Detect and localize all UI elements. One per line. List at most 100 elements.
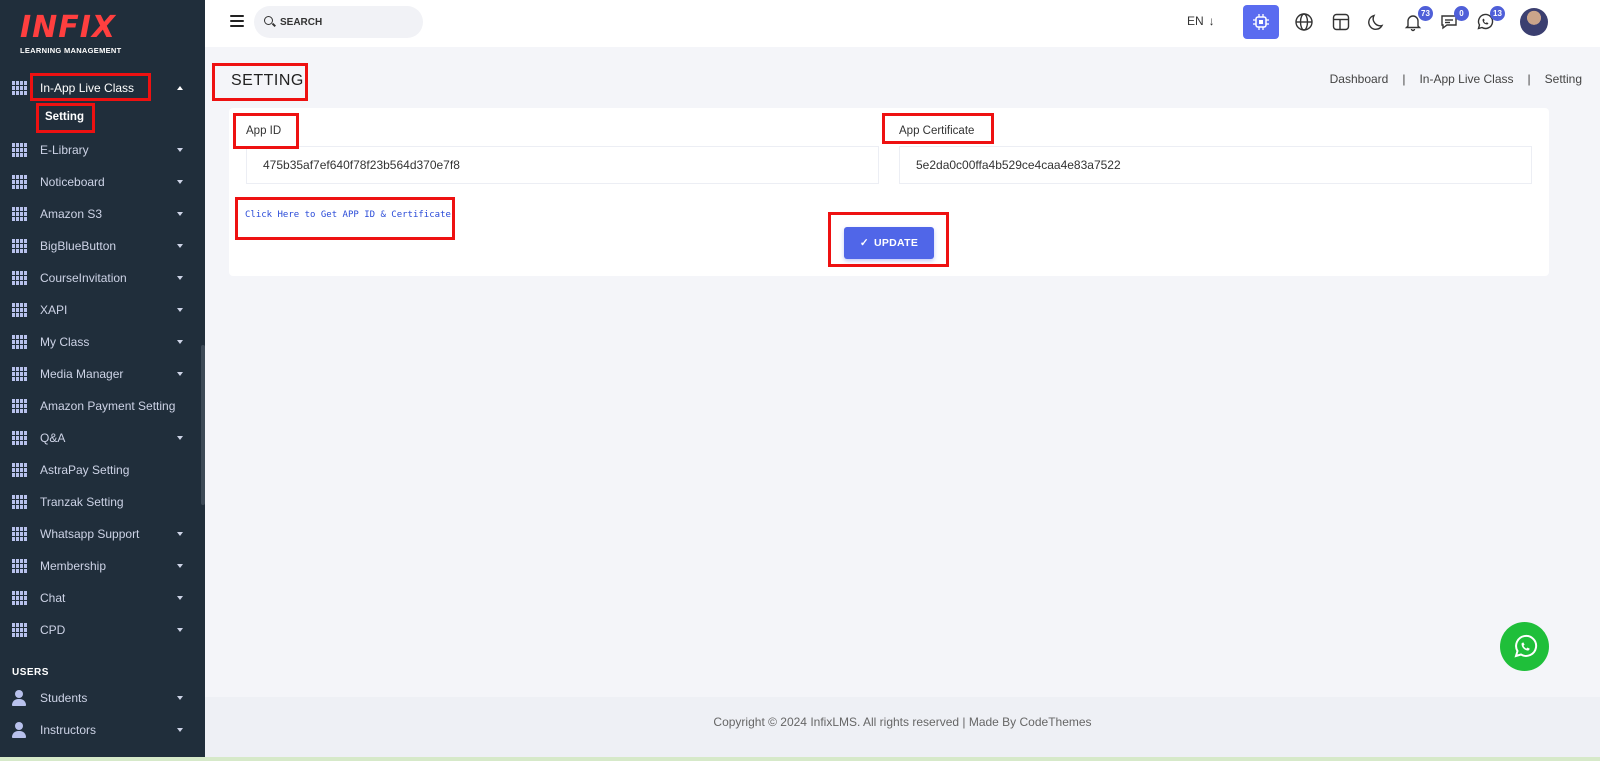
chevron-down-icon (177, 244, 183, 248)
bottom-divider (0, 757, 1600, 761)
sidebar-item-astrapay-setting[interactable]: AstraPay Setting (0, 454, 200, 486)
bell-icon[interactable]: 73 (1401, 6, 1433, 34)
page-title: SETTING (231, 72, 304, 89)
sidebar-item-chat[interactable]: Chat (0, 582, 200, 614)
sidebar-scrollbar[interactable] (201, 345, 205, 505)
sidebar-item-label: AstraPay Setting (40, 463, 130, 477)
app-id-input[interactable] (246, 146, 879, 184)
logo-subtitle: LEARNING MANAGEMENT (20, 46, 122, 55)
app-certificate-label: App Certificate (899, 125, 975, 137)
chevron-down-icon (177, 728, 183, 732)
sidebar-item-label: Instructors (40, 723, 97, 737)
cpu-icon[interactable] (1243, 5, 1279, 39)
user-icon (12, 722, 26, 738)
grid-icon (12, 399, 28, 413)
whatsapp-badge: 13 (1490, 6, 1505, 21)
arrow-down-icon: ↓ (1208, 14, 1215, 28)
search-icon (264, 16, 273, 25)
chevron-down-icon (177, 564, 183, 568)
sidebar-item-label: CPD (40, 623, 66, 637)
breadcrumb-separator: | (1402, 72, 1406, 86)
users-section-heading: USERS (12, 667, 49, 678)
sidebar-item-label: My Class (40, 335, 90, 349)
layout-icon[interactable] (1329, 10, 1353, 34)
chevron-down-icon (177, 372, 183, 376)
notification-badge: 73 (1418, 6, 1433, 21)
sidebar-item-e-library[interactable]: E-Library (0, 134, 200, 166)
globe-icon[interactable] (1292, 10, 1316, 34)
grid-icon (12, 81, 28, 95)
grid-icon (12, 207, 28, 221)
sidebar-item-membership[interactable]: Membership (0, 550, 200, 582)
sidebar-item-label: Amazon Payment Setting (40, 399, 176, 413)
hamburger-menu-icon[interactable] (230, 15, 244, 27)
grid-icon (12, 623, 28, 637)
chevron-down-icon (177, 148, 183, 152)
sidebar-item-label: E-Library (40, 143, 89, 157)
sidebar-item-tranzak-setting[interactable]: Tranzak Setting (0, 486, 200, 518)
sidebar-item-amazon-s3[interactable]: Amazon S3 (0, 198, 200, 230)
chevron-down-icon (177, 628, 183, 632)
grid-icon (12, 143, 28, 157)
moon-icon[interactable] (1365, 10, 1389, 34)
sidebar-item-label: In-App Live Class (40, 81, 135, 95)
sidebar-item-whatsapp-support[interactable]: Whatsapp Support (0, 518, 200, 550)
whatsapp-icon[interactable]: 13 (1473, 6, 1505, 34)
chevron-down-icon (177, 340, 183, 344)
topbar: EN ↓ 73 0 13 (205, 0, 1600, 47)
breadcrumb-separator: | (1527, 72, 1531, 86)
get-app-id-link[interactable]: Click Here to Get APP ID & Certificate (245, 210, 451, 220)
sidebar-item-label: XAPI (40, 303, 68, 317)
grid-icon (12, 239, 28, 253)
grid-icon (12, 367, 28, 381)
chevron-down-icon (177, 180, 183, 184)
sidebar-item-in-app-live-class[interactable]: In-App Live Class (0, 72, 200, 104)
sidebar-item-courseinvitation[interactable]: CourseInvitation (0, 262, 200, 294)
grid-icon (12, 335, 28, 349)
chevron-down-icon (177, 276, 183, 280)
sidebar-item-cpd[interactable]: CPD (0, 614, 200, 646)
breadcrumb-setting: Setting (1544, 72, 1582, 86)
sidebar-item-label: BigBlueButton (40, 239, 117, 253)
chevron-down-icon (177, 308, 183, 312)
sidebar-item-label: Noticeboard (40, 175, 105, 189)
search-input[interactable] (280, 14, 415, 30)
sidebar-item-noticeboard[interactable]: Noticeboard (0, 166, 200, 198)
chevron-down-icon (177, 596, 183, 600)
grid-icon (12, 591, 28, 605)
chevron-down-icon (177, 212, 183, 216)
sidebar-item-q-a[interactable]: Q&A (0, 422, 200, 454)
whatsapp-float-button[interactable] (1500, 622, 1549, 671)
sidebar-item-label: Whatsapp Support (40, 527, 140, 541)
logo[interactable]: INFIX LEARNING MANAGEMENT (20, 12, 150, 58)
sidebar-item-bigbluebutton[interactable]: BigBlueButton (0, 230, 200, 262)
check-icon: ✓ (859, 237, 869, 249)
grid-icon (12, 495, 28, 509)
grid-icon (12, 303, 28, 317)
breadcrumb: Dashboard | In-App Live Class | Setting (1330, 72, 1582, 86)
sidebar-item-xapi[interactable]: XAPI (0, 294, 200, 326)
sidebar-item-label: Students (40, 691, 88, 705)
footer: Copyright © 2024 InfixLMS. All rights re… (205, 697, 1600, 761)
sidebar-item-label: Q&A (40, 431, 66, 445)
message-icon[interactable]: 0 (1437, 6, 1469, 34)
breadcrumb-dashboard[interactable]: Dashboard (1330, 72, 1389, 86)
sidebar-item-media-manager[interactable]: Media Manager (0, 358, 200, 390)
app-certificate-input[interactable] (899, 146, 1532, 184)
user-icon (12, 690, 26, 706)
sidebar-item-amazon-payment-setting[interactable]: Amazon Payment Setting (0, 390, 200, 422)
message-badge: 0 (1454, 6, 1469, 21)
grid-icon (12, 431, 28, 445)
search-box[interactable] (254, 6, 423, 38)
language-selector[interactable]: EN ↓ (1187, 14, 1215, 28)
sidebar-item-label: Membership (40, 559, 107, 573)
update-button[interactable]: ✓ UPDATE (844, 227, 934, 259)
sidebar-subitem-setting[interactable]: Setting (45, 111, 84, 123)
sidebar-item-my-class[interactable]: My Class (0, 326, 200, 358)
sidebar-item-instructors[interactable]: Instructors (0, 714, 200, 746)
avatar[interactable] (1520, 8, 1548, 36)
breadcrumb-in-app-live-class[interactable]: In-App Live Class (1419, 72, 1513, 86)
sidebar-item-students[interactable]: Students (0, 682, 200, 714)
grid-icon (12, 527, 28, 541)
chevron-down-icon (177, 436, 183, 440)
